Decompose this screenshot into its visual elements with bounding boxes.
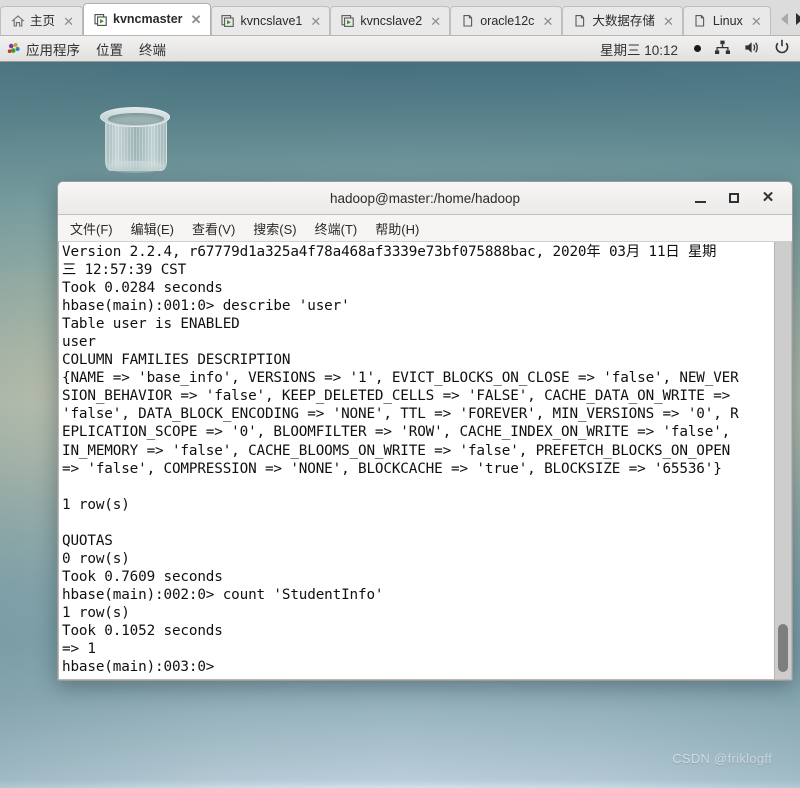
terminal-titlebar[interactable]: hadoop@master:/home/hadoop ✕ [58,182,792,215]
terminal-menubar: 文件(F) 编辑(E) 查看(V) 搜索(S) 终端(T) 帮助(H) [58,215,792,242]
tab-bigdata-storage[interactable]: 大数据存储 ✕ [562,6,683,35]
menu-help[interactable]: 帮助(H) [372,217,422,240]
tab-label: Linux [712,13,743,28]
tab-label: kvncslave2 [360,13,423,28]
tab-scroll-controls [771,4,800,35]
maximize-button[interactable] [726,190,742,206]
tab-label: kvncslave1 [240,13,303,28]
menu-label: 终端 [139,42,166,58]
tab-label: 大数据存储 [592,13,655,28]
desktop-bottom-strip [0,780,800,788]
page-icon [693,14,708,29]
menu-label: 位置 [96,42,123,58]
power-icon[interactable] [774,39,790,58]
tab-close-icon[interactable]: ✕ [309,15,322,28]
chevron-right-icon[interactable] [795,12,800,25]
browser-tabstrip: 主页 ✕ kvncmaster ✕ kvncslave1 ✕ kvncslave… [0,0,800,36]
panel-menus: 应用程序 位置 终端 [0,39,166,59]
page-icon [460,14,475,29]
screen-root: CSDN @friklogff 主页 ✕ kvncmaster ✕ kvncsl… [0,0,800,788]
trash-rim [100,107,170,127]
chevron-left-icon[interactable] [780,12,788,25]
minimize-button[interactable] [692,190,708,206]
close-button[interactable]: ✕ [760,190,776,206]
tab-close-icon[interactable]: ✕ [429,15,442,28]
tab-label: kvncmaster [113,12,183,26]
menu-applications[interactable]: 应用程序 [7,39,80,59]
terminal-window: hadoop@master:/home/hadoop ✕ 文件(F) 编辑(E)… [57,181,793,681]
home-icon [10,14,25,29]
trash-rim-inner [108,113,164,125]
menu-view[interactable]: 查看(V) [189,217,238,240]
tab-close-icon[interactable]: ✕ [750,15,763,28]
tab-kvncmaster[interactable]: kvncmaster ✕ [83,3,211,35]
clock[interactable]: 星期三 10:12 [600,39,678,59]
tab-close-icon[interactable]: ✕ [541,15,554,28]
recording-indicator-icon [694,45,701,52]
vnc-screen-icon [93,12,108,27]
tab-kvncslave1[interactable]: kvncslave1 ✕ [210,6,331,35]
gnome-foot-icon [7,42,21,56]
tab-kvncslave2[interactable]: kvncslave2 ✕ [330,6,451,35]
tab-oracle12c[interactable]: oracle12c ✕ [450,6,563,35]
menu-file[interactable]: 文件(F) [67,217,116,240]
tab-label: 主页 [30,13,56,28]
vnc-screen-icon [340,14,355,29]
tab-home[interactable]: 主页 ✕ [0,6,84,35]
tab-linux[interactable]: Linux ✕ [682,6,771,35]
terminal-body[interactable]: Version 2.2.4, r67779d1a325a4f78a468af33… [58,242,792,680]
vnc-screen-icon [221,14,236,29]
tab-label: oracle12c [480,13,535,28]
volume-icon[interactable] [744,40,761,58]
watermark: CSDN @friklogff [672,751,772,766]
tab-close-icon[interactable]: ✕ [190,13,203,26]
trash-base [106,161,164,173]
terminal-scrollbar[interactable] [774,242,791,679]
terminal-scrollbar-thumb[interactable] [778,624,788,672]
page-icon [572,14,587,29]
gnome-panel: 应用程序 位置 终端 星期三 10:12 [0,36,800,62]
menu-search[interactable]: 搜索(S) [250,217,299,240]
menu-label: 应用程序 [26,42,80,58]
window-controls: ✕ [692,190,792,206]
panel-tray: 星期三 10:12 [600,39,800,59]
menu-edit[interactable]: 编辑(E) [128,217,177,240]
trash-icon[interactable] [100,107,170,173]
tab-close-icon[interactable]: ✕ [62,15,75,28]
tab-close-icon[interactable]: ✕ [662,15,675,28]
menu-places[interactable]: 位置 [96,39,123,59]
network-icon[interactable] [714,40,731,58]
menu-terminal[interactable]: 终端(T) [312,217,361,240]
terminal-output: Version 2.2.4, r67779d1a325a4f78a468af33… [62,244,739,676]
menu-terminal[interactable]: 终端 [139,39,166,59]
terminal-title: hadoop@master:/home/hadoop [329,190,521,206]
